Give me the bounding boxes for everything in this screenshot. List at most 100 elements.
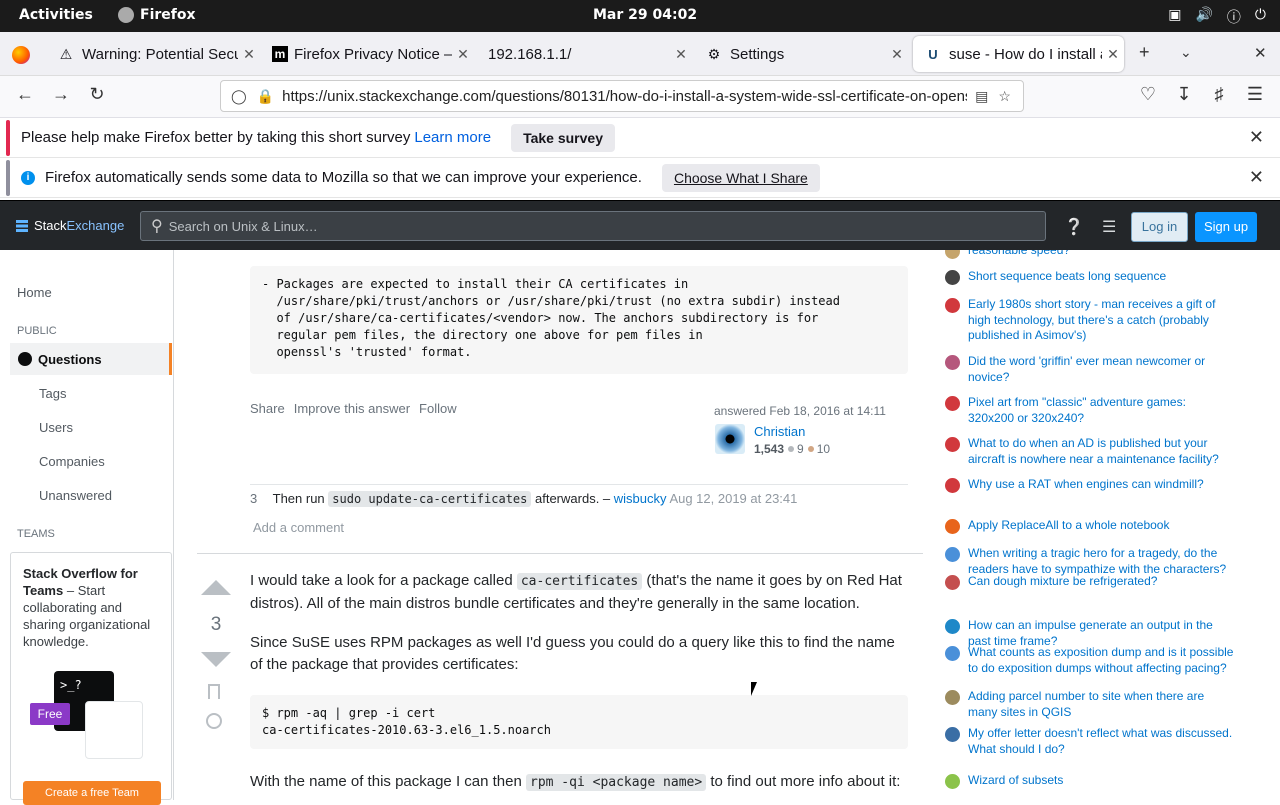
reader-view-icon[interactable]: ▤ <box>975 88 988 105</box>
pocket-icon[interactable]: ♡ <box>1136 84 1160 105</box>
app-menu[interactable]: Firefox <box>118 7 196 23</box>
hot-question-title[interactable]: When writing a tragic hero for a tragedy… <box>968 546 1235 577</box>
logo-text-b: Exchange <box>66 218 125 233</box>
take-survey-button[interactable]: Take survey <box>511 123 615 152</box>
site-switcher-icon[interactable]: ☰ <box>1102 217 1116 237</box>
hot-question-item[interactable]: Short sequence beats long sequence <box>945 269 1235 285</box>
create-team-button[interactable]: Create a free Team <box>23 781 161 805</box>
tab-router[interactable]: 192.168.1.1/✕ <box>478 36 692 72</box>
hot-question-item[interactable]: What to do when an AD is published but y… <box>945 436 1235 467</box>
add-comment-link[interactable]: Add a comment <box>253 520 344 535</box>
close-window-icon[interactable]: ✕ <box>1254 44 1267 62</box>
url-bar[interactable]: ◯ 🔒 https://unix.stackexchange.com/quest… <box>220 80 1024 112</box>
site-favicon-icon <box>945 298 960 313</box>
bookmark-star-icon[interactable]: ☆ <box>998 88 1011 105</box>
site-favicon-icon <box>945 478 960 493</box>
help-icon[interactable]: ❔ <box>1064 217 1084 237</box>
hot-question-item[interactable]: Can dough mixture be refrigerated? <box>945 574 1235 590</box>
activities-button[interactable]: Activities <box>19 7 93 23</box>
stackexchange-logo[interactable]: StackExchange <box>16 218 124 233</box>
downloads-icon[interactable]: ↧ <box>1172 84 1196 105</box>
nav-tags[interactable]: Tags <box>39 386 66 401</box>
hot-question-title[interactable]: Did the word 'griffin' ever mean newcome… <box>968 354 1235 385</box>
nav-home[interactable]: Home <box>17 285 52 300</box>
hot-question-title[interactable]: Early 1980s short story - man receives a… <box>968 297 1235 344</box>
close-icon[interactable]: ✕ <box>1249 127 1264 148</box>
hot-question-item[interactable]: Wizard of subsets <box>945 773 1235 789</box>
close-tab-icon[interactable]: ✕ <box>886 46 908 63</box>
hot-question-item[interactable]: When writing a tragic hero for a tragedy… <box>945 546 1235 577</box>
hot-question-item[interactable]: reasonable speed? <box>945 250 1235 259</box>
user-name[interactable]: Christian <box>754 424 805 439</box>
nav-questions[interactable]: Questions <box>10 343 172 375</box>
mouse-cursor <box>751 682 757 696</box>
search-input[interactable] <box>168 218 1029 234</box>
shield-icon[interactable]: ◯ <box>231 88 247 105</box>
clock[interactable]: Mar 29 04:02 <box>593 7 697 23</box>
firefox-view-icon[interactable] <box>12 46 30 64</box>
hot-question-item[interactable]: Pixel art from "classic" adventure games… <box>945 395 1235 426</box>
hot-question-title[interactable]: Adding parcel number to site when there … <box>968 689 1235 720</box>
hot-question-title[interactable]: Can dough mixture be refrigerated? <box>968 574 1157 590</box>
hot-question-title[interactable]: Why use a RAT when engines can windmill? <box>968 477 1204 493</box>
hot-question-title[interactable]: Wizard of subsets <box>968 773 1063 789</box>
extensions-icon[interactable]: ♯ <box>1207 84 1231 105</box>
history-icon[interactable] <box>206 713 222 729</box>
code-block: $ rpm -aq | grep -i cert ca-certificates… <box>250 695 908 749</box>
close-tab-icon[interactable]: ✕ <box>238 46 260 63</box>
list-tabs-icon[interactable]: ⌄ <box>1180 44 1192 61</box>
tab-suse-question[interactable]: Ususe - How do I install a system-wide S… <box>913 36 1124 72</box>
close-tab-icon[interactable]: ✕ <box>670 46 692 63</box>
comment-author[interactable]: wisbucky <box>614 491 667 506</box>
reload-icon[interactable]: ↻ <box>85 84 109 105</box>
hot-question-title[interactable]: Apply ReplaceAll to a whole notebook <box>968 518 1169 534</box>
menu-icon[interactable]: ☰ <box>1243 84 1267 105</box>
nav-companies[interactable]: Companies <box>39 454 105 469</box>
learn-more-link[interactable]: Learn more <box>414 129 491 146</box>
share-link[interactable]: Share <box>250 401 285 416</box>
system-tray[interactable]: ▣ 🔊 ⓘ ⏻ <box>1168 7 1266 27</box>
hot-question-item[interactable]: Adding parcel number to site when there … <box>945 689 1235 720</box>
power-icon: ⏻ <box>1254 7 1266 23</box>
new-tab-icon[interactable]: + <box>1139 42 1150 63</box>
nav-unanswered[interactable]: Unanswered <box>39 488 112 503</box>
login-button[interactable]: Log in <box>1131 212 1188 242</box>
hot-question-item[interactable]: What counts as exposition dump and is it… <box>945 645 1235 676</box>
hot-question-title[interactable]: Pixel art from "classic" adventure games… <box>968 395 1235 426</box>
bookmark-icon[interactable] <box>208 684 220 699</box>
survey-notification: Please help make Firefox better by takin… <box>0 118 1280 158</box>
hot-question-title[interactable]: reasonable speed? <box>968 250 1070 259</box>
signup-button[interactable]: Sign up <box>1195 212 1257 242</box>
hot-question-item[interactable]: Did the word 'griffin' ever mean newcome… <box>945 354 1235 385</box>
hot-question-item[interactable]: Why use a RAT when engines can windmill? <box>945 477 1235 493</box>
nav-users[interactable]: Users <box>39 420 73 435</box>
hot-question-title[interactable]: Short sequence beats long sequence <box>968 269 1166 285</box>
avatar[interactable] <box>715 424 745 454</box>
lock-icon[interactable]: 🔒 <box>257 88 274 105</box>
close-tab-icon[interactable]: ✕ <box>1102 46 1124 63</box>
back-icon[interactable]: ← <box>13 84 37 105</box>
hot-question-title[interactable]: What counts as exposition dump and is it… <box>968 645 1235 676</box>
answer-divider <box>197 553 923 554</box>
improve-link[interactable]: Improve this answer <box>294 401 410 416</box>
close-icon[interactable]: ✕ <box>1249 167 1264 188</box>
forward-icon[interactable]: → <box>49 84 73 105</box>
hot-question-item[interactable]: My offer letter doesn't reflect what was… <box>945 726 1235 757</box>
nav-questions-label: Questions <box>38 351 102 367</box>
hot-question-title[interactable]: What to do when an AD is published but y… <box>968 436 1235 467</box>
tab-settings[interactable]: ⚙ Settings ✕ <box>694 36 908 72</box>
site-favicon-icon <box>945 355 960 370</box>
site-search[interactable]: ⚲ <box>140 211 1046 241</box>
downvote-icon[interactable] <box>201 652 231 667</box>
upvote-icon[interactable] <box>201 580 231 595</box>
url-text[interactable]: https://unix.stackexchange.com/questions… <box>282 88 967 105</box>
close-tab-icon[interactable]: ✕ <box>452 46 474 63</box>
hot-question-title[interactable]: My offer letter doesn't reflect what was… <box>968 726 1235 757</box>
silver-count: 9 <box>797 442 804 456</box>
hot-question-item[interactable]: Early 1980s short story - man receives a… <box>945 297 1235 344</box>
follow-link[interactable]: Follow <box>419 401 457 416</box>
tab-privacy-notice[interactable]: mFirefox Privacy Notice — Mozilla✕ <box>262 36 474 72</box>
hot-question-item[interactable]: Apply ReplaceAll to a whole notebook <box>945 518 1235 534</box>
tab-security-warning[interactable]: ⚠Warning: Potential Security Risk Ahead✕ <box>46 36 260 72</box>
choose-what-i-share-button[interactable]: Choose What I Share <box>661 163 820 192</box>
